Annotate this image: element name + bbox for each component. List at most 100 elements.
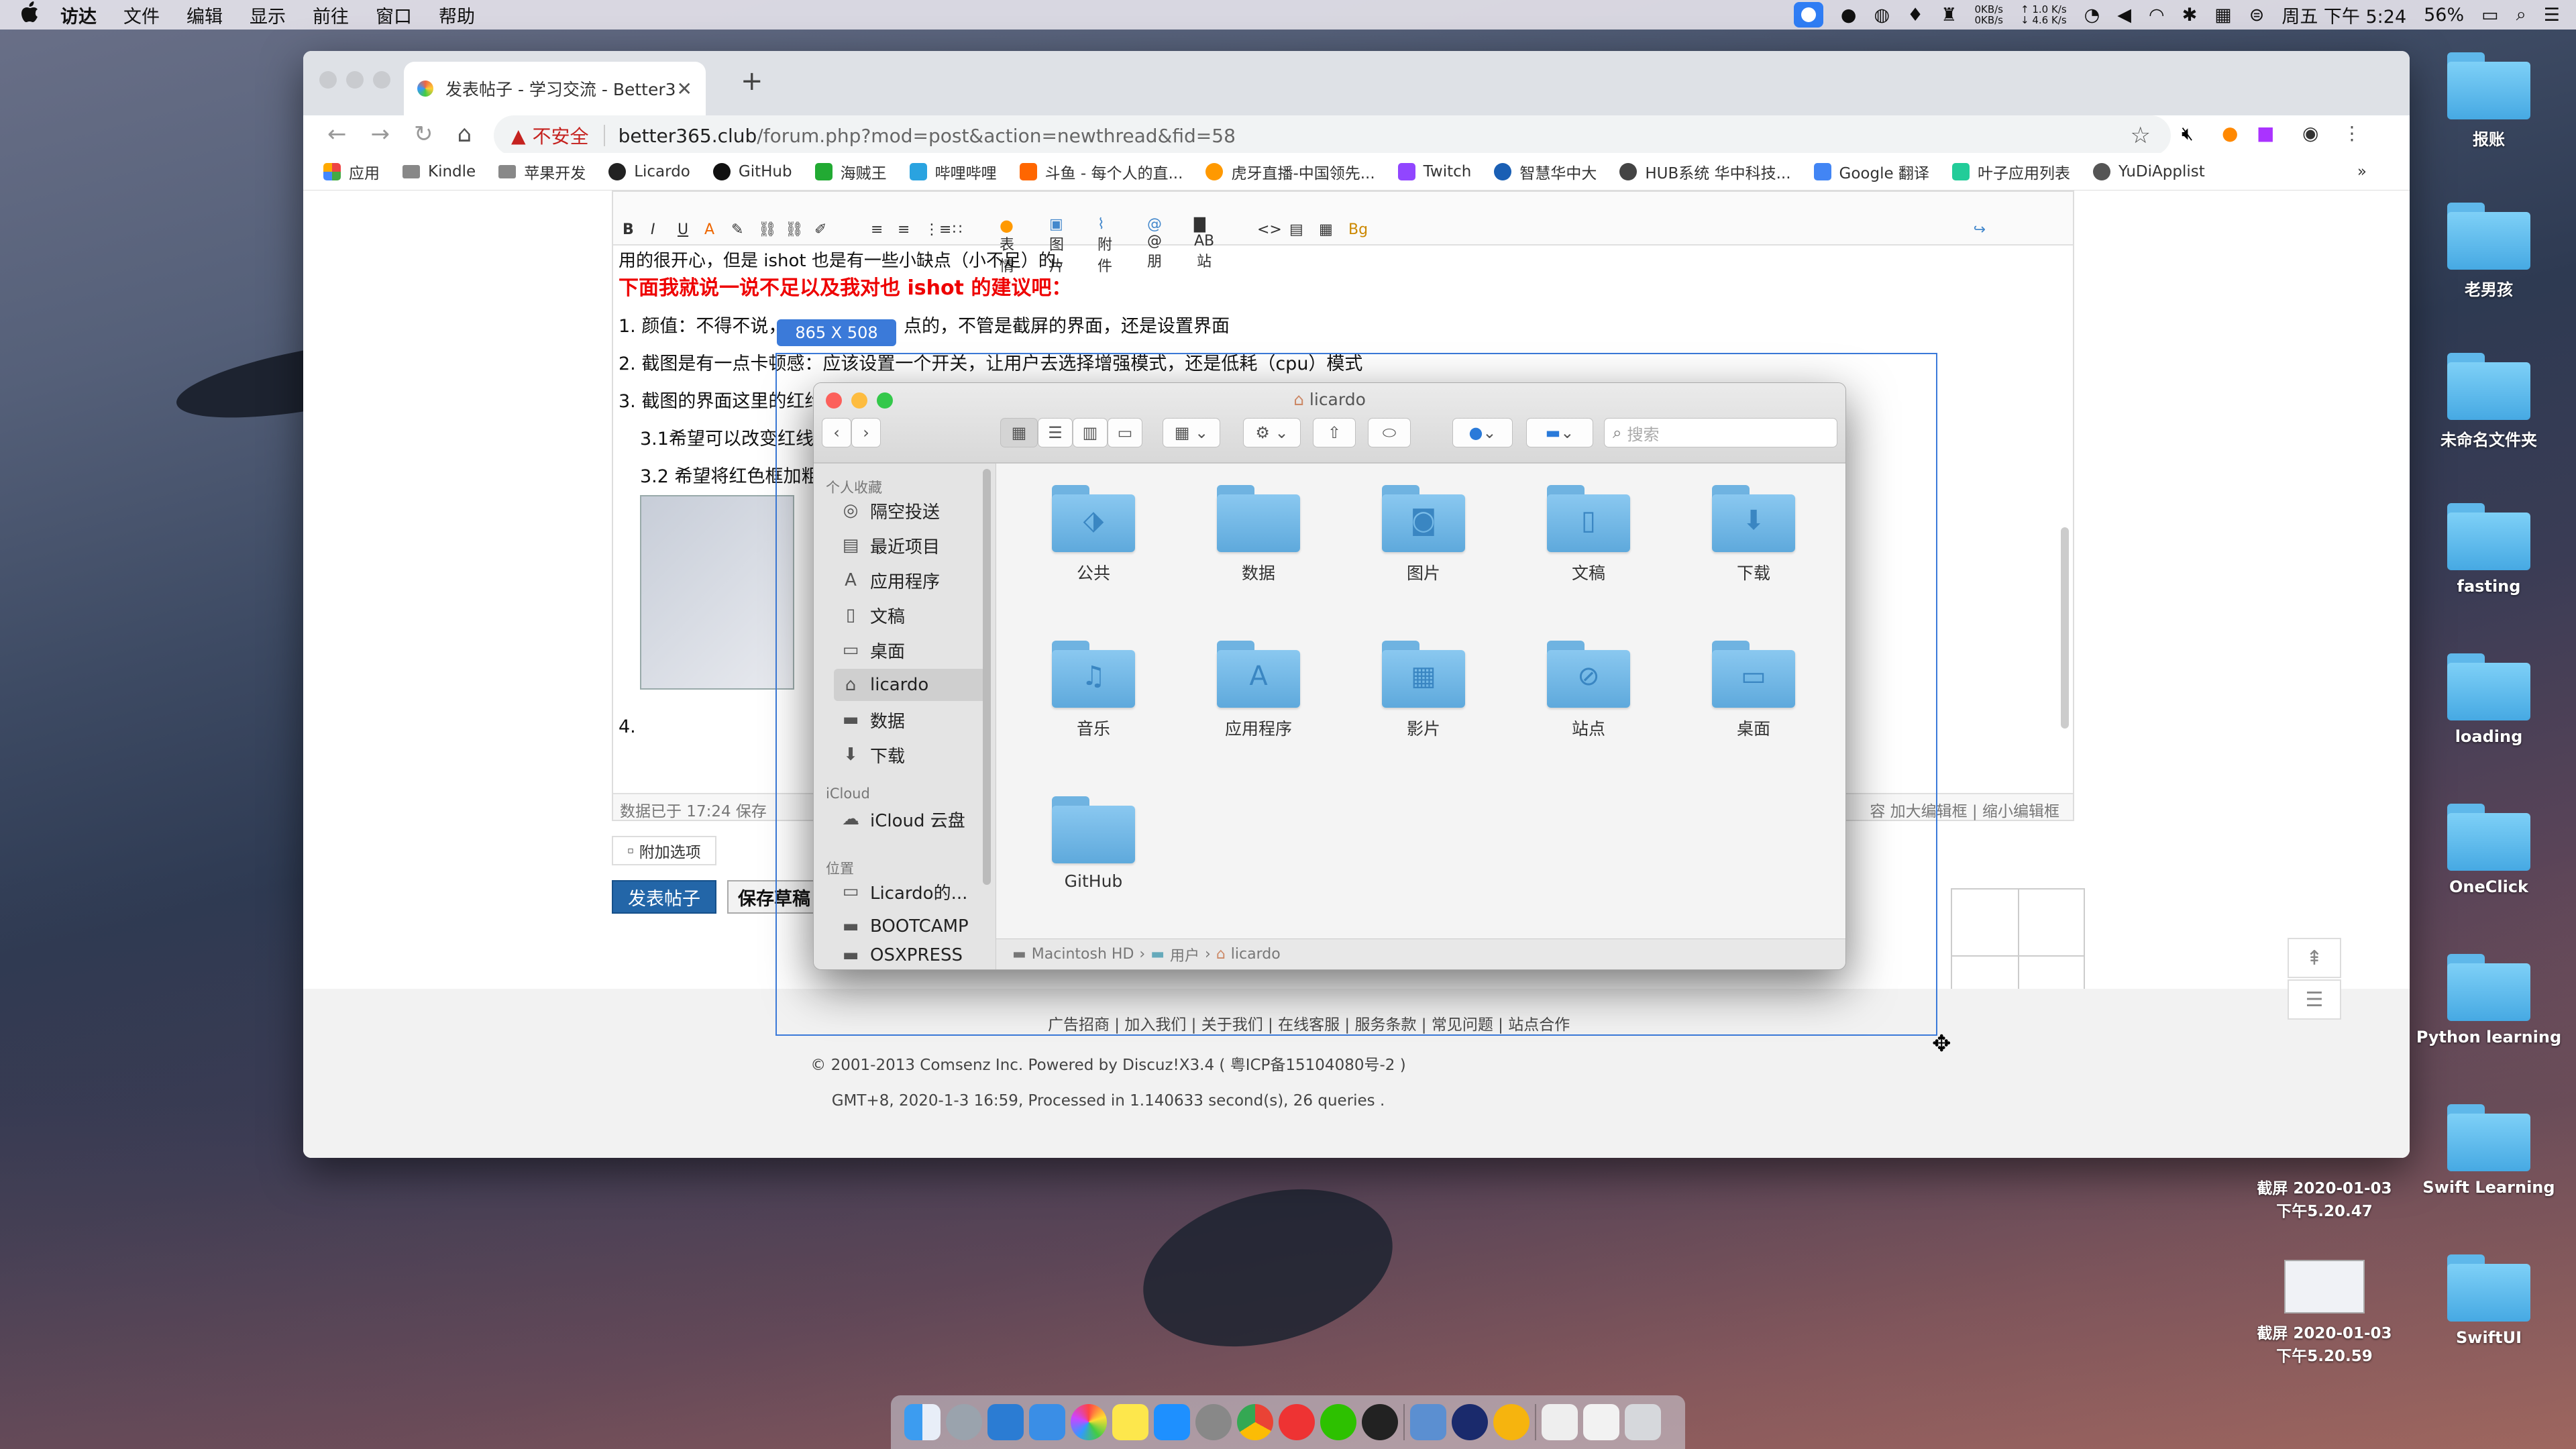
desktop-folder[interactable]: 老男孩 [2415,203,2563,300]
folder-item[interactable]: GitHub [1043,796,1144,891]
sidebar-item-airdrop[interactable]: ◎ 隔空投送 [834,494,989,527]
tab-close-icon[interactable]: ✕ [677,78,692,100]
extension-purple-icon[interactable]: ■ [2257,122,2274,144]
window-minimize-button[interactable] [346,71,364,89]
url-text[interactable]: better365.club/forum.php?mod=post&action… [619,125,1236,147]
vscode-dock-icon[interactable] [987,1404,1024,1440]
sidebar-item-icloud-drive[interactable]: ☁ iCloud 云盘 [834,803,989,835]
action-gear-button[interactable]: ⚙ ⌄ [1243,418,1301,447]
bookmarks-more-button[interactable]: » [2357,163,2367,180]
quote-button[interactable]: ▤ [1289,221,1303,238]
notes-dock-icon[interactable] [1112,1404,1148,1440]
wechat-dock-icon[interactable] [1320,1404,1356,1440]
desktop-screenshot-file[interactable]: 截屏 2020-01-03 下午5.20.59 [2251,1260,2398,1366]
tag-button[interactable]: ⬭ [1368,418,1411,447]
font-color-button[interactable]: A [704,221,714,238]
netease-music-dock-icon[interactable] [1279,1404,1315,1440]
window-zoom-button[interactable] [373,71,390,89]
net-speed-monitor[interactable]: 0KB/s 0KB/s [1974,4,2003,25]
spotlight-icon[interactable]: ⌕ [2516,4,2526,25]
mute-extension-icon[interactable]: 🔇︎ [2182,122,2194,145]
profile-avatar[interactable]: ◉ [2302,122,2318,144]
bluetooth-icon[interactable]: ✱ [2182,5,2198,25]
desktop-folder[interactable]: fasting [2415,503,2563,596]
sidebar-item-applications[interactable]: A 应用程序 [834,564,989,596]
tab-active[interactable]: 发表帖子 - 学习交流 - Better365 ✕ [404,62,706,115]
folder-item[interactable]: A 应用程序 [1208,641,1309,740]
launchpad-dock-icon[interactable] [946,1404,982,1440]
align-left-button[interactable]: ≡ [871,221,883,238]
volume-icon[interactable]: ◀ [2117,5,2131,25]
notification-center-icon[interactable]: ☰ [2544,5,2560,25]
back-icon[interactable]: ← [327,121,347,148]
window-close-button[interactable] [319,71,337,89]
path-segment[interactable]: licardo [1231,946,1281,963]
finder-back-button[interactable]: ‹ [822,418,851,447]
sidebar-item-desktop[interactable]: ▭ 桌面 [834,634,989,666]
system-preferences-dock-icon[interactable] [1195,1404,1232,1440]
address-bar[interactable]: ▲ 不安全 better365.club/forum.php?mod=post&… [494,115,2171,156]
screenshot-app-dock-icon[interactable] [1410,1404,1446,1440]
bookmark-licardo[interactable]: Licardo [608,162,690,180]
post-button[interactable]: 发表帖子 [612,880,716,914]
path-segment[interactable]: 用户 [1170,944,1199,965]
sidebar-item-osxpress[interactable]: ▬ OSXPRESS [834,945,989,969]
extension-orange-icon[interactable]: ● [2222,122,2238,144]
code-button[interactable]: <> [1257,221,1282,238]
highlight-button[interactable]: ✎ [731,221,743,238]
add-option-button[interactable]: ▫ 附加选项 [612,836,716,865]
documents-stack-dock-icon[interactable] [1542,1404,1578,1440]
align-center-button[interactable]: ≡ [898,221,910,238]
menu-file[interactable]: 文件 [123,2,160,28]
menu-help[interactable]: 帮助 [439,2,475,28]
redo-icon[interactable]: ↪ [1974,221,1986,238]
bookmark-leaf-apps[interactable]: 叶子应用列表 [1951,160,2070,183]
link-button[interactable]: ⛓ [758,221,777,238]
net-speed-monitor-2[interactable]: ↑ 1.0 K/s ↓ 4.6 K/s [2021,4,2067,25]
apple-menu-icon[interactable] [0,1,60,28]
folder-item[interactable]: 数据 [1208,485,1309,584]
folder-item[interactable]: ⬇ 下载 [1703,485,1804,584]
list-view-button[interactable]: ☰ [2288,979,2341,1020]
finder-search-input[interactable]: ⌕ 搜索 [1604,418,1837,447]
column-view-button[interactable]: ▥ [1073,418,1108,447]
menu-go[interactable]: 前往 [313,2,349,28]
bookmark-apps[interactable]: 应用 [323,160,380,183]
folder-item[interactable]: ◙ 图片 [1373,485,1474,584]
forward-icon[interactable]: → [371,121,390,148]
underline-button[interactable]: U [678,221,688,238]
desktop-folder[interactable]: 未命名文件夹 [2415,353,2563,450]
bookmark-douyu[interactable]: 斗鱼 - 每个人的直... [1019,160,1183,183]
folder-item[interactable]: ♫ 音乐 [1043,641,1144,740]
sidebar-item-downloads[interactable]: ⬇ 下载 [834,739,989,771]
home-icon[interactable]: ⌂ [458,121,472,148]
eraser-button[interactable]: ✐ [814,221,826,238]
desktop-folder[interactable]: loading [2415,653,2563,746]
bookmark-huya[interactable]: 虎牙直播-中国领先... [1205,160,1375,183]
sync-icon[interactable]: ⊜ [2249,5,2265,25]
podcast-icon[interactable]: ◔ [2084,5,2100,25]
bookmark-apple-dev[interactable]: 苹果开发 [498,160,586,183]
reload-icon[interactable]: ↻ [414,121,433,148]
xcode-dock-icon[interactable] [1029,1404,1065,1440]
bookmark-google-translate[interactable]: Google 翻译 [1813,160,1929,183]
gallery-view-button[interactable]: ▭ [1108,418,1142,447]
bookmark-kindle[interactable]: Kindle [402,163,476,180]
bg-button[interactable]: Bg [1348,221,1368,238]
sidebar-item-data[interactable]: ▬ 数据 [834,704,989,736]
folder-item[interactable]: ▯ 文稿 [1538,485,1639,584]
new-tab-button[interactable]: + [741,66,763,97]
chrome-menu-icon[interactable]: ⋮ [2343,122,2361,144]
group-by-button[interactable]: ▦ ⌄ [1163,418,1220,447]
sidebar-scrollbar[interactable] [983,469,991,885]
cat-icon[interactable]: ♜ [1941,5,1957,25]
bookmark-yudi[interactable]: YuDiApplist [2092,162,2205,180]
ordered-list-button[interactable]: ⋮≡ [924,221,951,238]
desktop-folder[interactable]: SwiftUI [2415,1254,2563,1347]
desktop-folder[interactable]: Python learning [2415,954,2563,1046]
sidebar-item-documents[interactable]: ▯ 文稿 [834,599,989,631]
folder-item[interactable]: ▭ 桌面 [1703,641,1804,740]
bookmark-twitch[interactable]: Twitch [1397,162,1471,180]
desktop-folder[interactable]: 报账 [2415,52,2563,150]
share-button[interactable]: ⇧ [1313,418,1356,447]
